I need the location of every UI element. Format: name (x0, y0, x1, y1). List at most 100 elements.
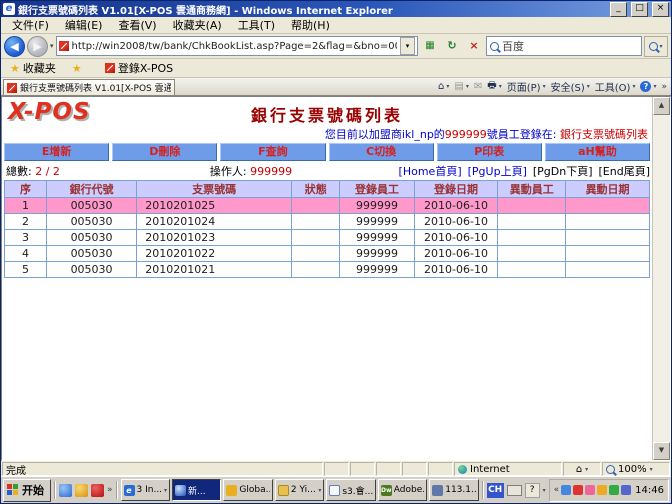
favorite-item-xpos[interactable]: 登錄X-POS (100, 59, 178, 77)
task-group-dropdown-icon[interactable]: ▾ (164, 487, 167, 494)
table-cell[interactable] (498, 246, 566, 262)
quick-launch-ie-icon[interactable] (59, 484, 72, 497)
task-button-1[interactable]: e3 In...▾ (121, 479, 170, 501)
table-cell[interactable]: 005030 (46, 198, 136, 214)
action-button-4[interactable]: C切換 (329, 143, 434, 161)
compatibility-view-button[interactable]: ▦ (420, 36, 440, 57)
tools-menu-button[interactable]: 工具(O)▾ (595, 79, 636, 94)
table-cell[interactable] (292, 214, 340, 230)
command-overflow-chevron[interactable]: » (661, 82, 667, 92)
table-cell[interactable] (566, 214, 650, 230)
table-cell[interactable]: 2010201023 (137, 230, 292, 246)
tray-icon-5[interactable] (609, 485, 619, 495)
quick-launch-qq-icon[interactable] (91, 484, 104, 497)
tray-collapse-chevron[interactable]: « (554, 485, 560, 495)
table-cell[interactable]: 1 (5, 198, 47, 214)
action-button-2[interactable]: D刪除 (112, 143, 217, 161)
table-cell[interactable]: 2010-06-10 (414, 262, 498, 278)
tray-icon-3[interactable] (585, 485, 595, 495)
table-cell[interactable] (292, 198, 340, 214)
table-cell[interactable] (498, 214, 566, 230)
tray-icon-1[interactable] (561, 485, 571, 495)
feeds-button[interactable]: ▤▾ (454, 81, 468, 92)
ime-options-icon[interactable]: ▾ (543, 487, 546, 494)
refresh-button[interactable]: ↻ (442, 36, 462, 57)
table-cell[interactable]: 2010-06-10 (414, 230, 498, 246)
task-button-7[interactable]: 113.1... (429, 479, 478, 501)
action-button-5[interactable]: P印表 (437, 143, 542, 161)
table-cell[interactable] (498, 198, 566, 214)
table-row[interactable]: 100503020102010259999992010-06-10 (5, 198, 650, 214)
table-row[interactable]: 500503020102010219999992010-06-10 (5, 262, 650, 278)
table-cell[interactable]: 005030 (46, 246, 136, 262)
menu-item-6[interactable]: 帮助(H) (284, 17, 337, 33)
add-favorite-button[interactable]: ★ (66, 60, 96, 77)
maximize-button[interactable]: □ (631, 2, 648, 17)
task-button-5[interactable]: s3.會... (326, 479, 375, 501)
quick-launch-messenger-icon[interactable] (75, 484, 88, 497)
pagination-link[interactable]: [PgUp上頁] (468, 163, 527, 179)
help-menu-button[interactable]: ?▾ (640, 81, 656, 92)
search-go-button[interactable]: ▾ (644, 36, 668, 57)
home-button[interactable]: ⌂▾ (438, 81, 449, 92)
home-dropdown-icon[interactable]: ▾ (446, 83, 449, 90)
vertical-scrollbar[interactable]: ▲ ▼ (652, 97, 670, 460)
page-menu-button[interactable]: 页面(P)▾ (507, 79, 546, 94)
stop-button[interactable]: × (464, 36, 484, 57)
table-cell[interactable]: 999999 (340, 230, 414, 246)
table-cell[interactable]: 005030 (46, 214, 136, 230)
print-dropdown-icon[interactable]: ▾ (499, 83, 502, 90)
table-cell[interactable] (292, 230, 340, 246)
search-provider-text[interactable]: 百度 (502, 38, 524, 54)
action-button-6[interactable]: aH幫助 (545, 143, 650, 161)
start-button[interactable]: 开始 (3, 479, 51, 502)
table-cell[interactable]: 2010-06-10 (414, 246, 498, 262)
table-cell[interactable] (498, 230, 566, 246)
table-cell[interactable]: 5 (5, 262, 47, 278)
ime-help-button[interactable]: ? (525, 483, 540, 498)
menu-item-5[interactable]: 工具(T) (231, 17, 282, 33)
table-cell[interactable]: 2010201024 (137, 214, 292, 230)
table-cell[interactable]: 999999 (340, 246, 414, 262)
table-row[interactable]: 20050302010201024 9999992010-06-10 (5, 214, 650, 230)
tray-icon-4[interactable] (597, 485, 607, 495)
table-cell[interactable] (566, 262, 650, 278)
table-cell[interactable]: 005030 (46, 230, 136, 246)
keyboard-icon[interactable] (507, 485, 522, 496)
table-cell[interactable] (566, 198, 650, 214)
table-cell[interactable]: 005030 (46, 262, 136, 278)
table-cell[interactable]: 2010-06-10 (414, 214, 498, 230)
protected-mode-button[interactable]: ⌂▾ (563, 462, 601, 476)
task-button-6[interactable]: DwAdobe... (378, 479, 427, 501)
safety-menu-button[interactable]: 安全(S)▾ (551, 79, 590, 94)
search-input[interactable]: 百度 (486, 36, 642, 56)
table-cell[interactable]: 2010201021 (137, 262, 292, 278)
table-cell[interactable]: 3 (5, 230, 47, 246)
table-cell[interactable] (292, 246, 340, 262)
table-cell[interactable] (498, 262, 566, 278)
table-row[interactable]: 30050302010201023 9999992010-06-10 (5, 230, 650, 246)
language-indicator[interactable]: CH (487, 483, 504, 498)
task-button-3[interactable]: Globa... (223, 479, 272, 501)
search-options-dropdown-icon[interactable]: ▾ (659, 43, 662, 50)
menu-item-1[interactable]: 文件(F) (5, 17, 56, 33)
quick-launch-overflow-chevron[interactable]: » (107, 485, 113, 495)
back-button[interactable]: ◀ (4, 36, 25, 57)
tab-active[interactable]: 銀行支票號碼列表 V1.01[X-POS 雲通商務網] (3, 79, 175, 95)
history-dropdown-icon[interactable]: ▾ (50, 42, 54, 50)
tray-icon-6[interactable] (621, 485, 631, 495)
address-dropdown-button[interactable]: ▾ (400, 37, 415, 55)
action-button-3[interactable]: F查詢 (220, 143, 325, 161)
feeds-dropdown-icon[interactable]: ▾ (466, 83, 469, 90)
menu-item-2[interactable]: 编辑(E) (58, 17, 110, 33)
menu-item-4[interactable]: 收藏夹(A) (166, 17, 229, 33)
table-cell[interactable] (566, 246, 650, 262)
table-cell[interactable]: 2 (5, 214, 47, 230)
table-cell[interactable] (566, 230, 650, 246)
scroll-up-button[interactable]: ▲ (653, 97, 670, 115)
print-button[interactable]: 🖶▾ (487, 78, 501, 95)
zoom-control[interactable]: 100%▾ (602, 462, 670, 476)
table-cell[interactable]: 2010201022 (137, 246, 292, 262)
table-cell[interactable]: 999999 (340, 214, 414, 230)
pagination-link[interactable]: [Home首頁] (399, 163, 462, 179)
